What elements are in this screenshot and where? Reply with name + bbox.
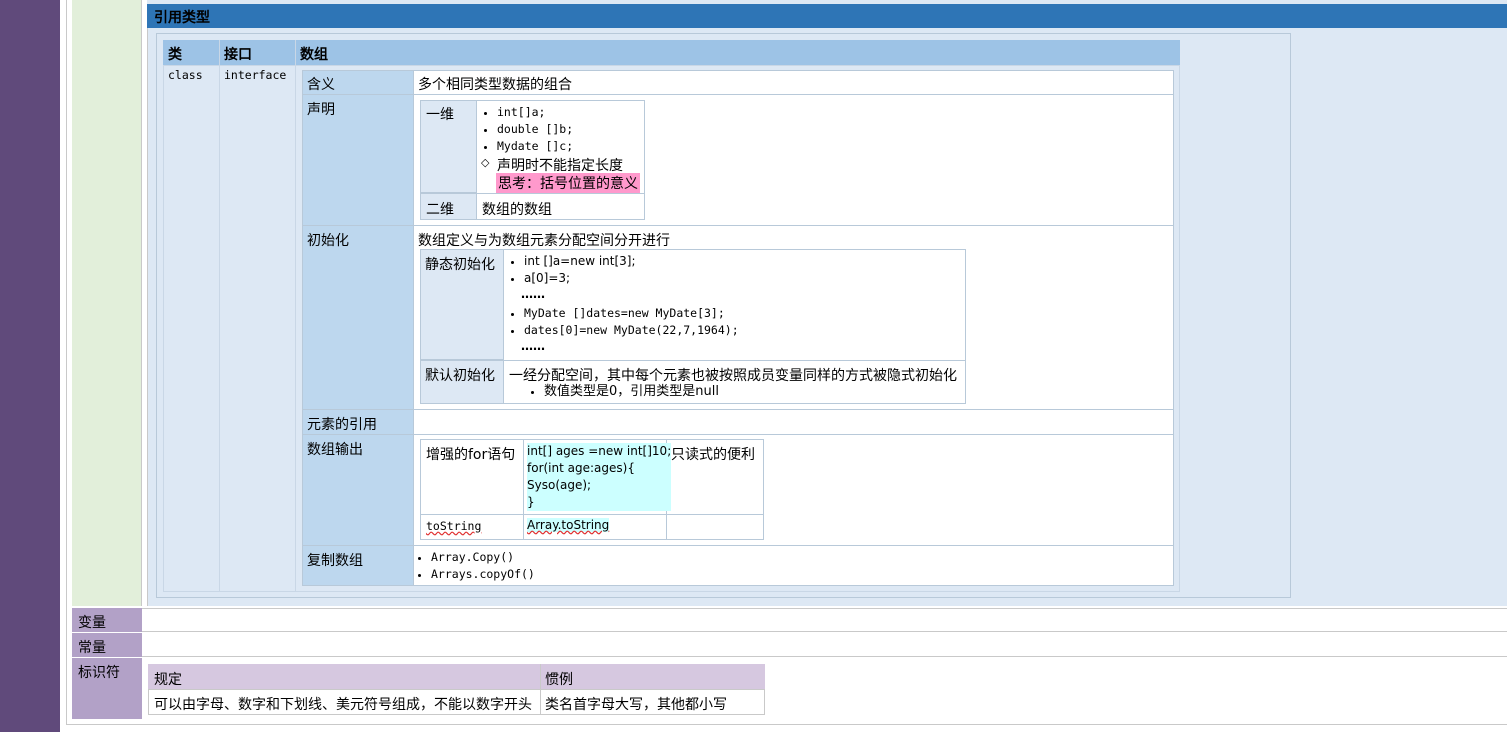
init-desc: 数组定义与为数组元素分配空间分开进行 <box>418 233 670 249</box>
one-dim-code-item: double []b; <box>497 121 573 138</box>
static-ellipsis-2: …… <box>521 339 545 353</box>
tostring-label: toString <box>426 519 482 533</box>
row-sep <box>302 94 1174 95</box>
static-init-label: 静态初始化 <box>425 257 495 273</box>
identifier-table-header <box>148 664 765 689</box>
rule-header: 规定 <box>154 672 182 688</box>
header-array: 数组 <box>300 47 328 63</box>
col-divider-2 <box>295 40 296 592</box>
code-line: } <box>527 495 535 509</box>
code-line: Syso(age); <box>527 478 592 492</box>
default-init-bullet: 数值类型是0，引用类型是null <box>528 383 719 400</box>
declaration-note: 声明时不能指定长度 <box>497 158 623 174</box>
interface-value: interface <box>224 68 287 82</box>
variable-value-cell <box>142 608 1507 632</box>
copy-item: Arrays.copyOf() <box>431 566 535 583</box>
one-dim-code-item: int[]a; <box>497 104 573 121</box>
static-code-list-1: int []a=new int[3]; a[0]=3; <box>508 253 636 287</box>
header-interface: 接口 <box>224 47 252 63</box>
row-sep <box>302 434 1174 435</box>
default-init-bullet-item: 数值类型是0，引用类型是null <box>544 383 719 400</box>
one-dim-code-item: Mydate []c; <box>497 138 573 155</box>
copy-label: 复制数组 <box>307 553 363 569</box>
array-label-column <box>302 70 414 586</box>
row-sep <box>302 545 1174 546</box>
static-code-item: a[0]=3; <box>524 270 636 287</box>
rule-value: 可以由字母、数字和下划线、美元符号组成，不能以数字开头 <box>154 697 532 713</box>
two-dim-label: 二维 <box>426 202 454 218</box>
enhanced-for-code: int[] ages =new int[]10; for(int age:age… <box>527 443 672 511</box>
enhanced-for-note: 只读式的便利 <box>671 447 755 463</box>
output-label: 数组输出 <box>307 442 363 458</box>
col-divider-1 <box>219 40 220 592</box>
constant-value-cell <box>142 633 1507 657</box>
meaning-value: 多个相同类型数据的组合 <box>418 77 572 93</box>
tostring-value: Array.toString <box>527 518 610 532</box>
static-code-item: int []a=new int[3]; <box>524 253 636 270</box>
row-sep <box>302 409 1174 410</box>
one-dim-label: 一维 <box>426 107 454 123</box>
convention-value: 类名首字母大写，其他都小写 <box>545 697 727 713</box>
section-title: 引用类型 <box>154 10 210 26</box>
constant-label: 常量 <box>78 640 106 656</box>
header-class: 类 <box>168 47 182 63</box>
code-line: int[] ages =new int[]10; <box>527 444 672 458</box>
diamond-bullet-icon: ◇ <box>481 156 490 169</box>
convention-header: 惯例 <box>545 672 573 688</box>
copy-list: Array.Copy() Arrays.copyOf() <box>417 549 535 583</box>
static-ellipsis-1: …… <box>521 287 545 301</box>
declaration-label: 声明 <box>307 102 335 118</box>
output-row-sep <box>420 514 764 515</box>
meaning-label: 含义 <box>307 77 335 93</box>
static-code-item: dates[0]=new MyDate(22,7,1964); <box>524 322 739 339</box>
enhanced-for-label: 增强的for语句 <box>426 447 516 463</box>
declaration-row-sep <box>420 193 645 194</box>
static-code-item: MyDate []dates=new MyDate[3]; <box>524 305 739 322</box>
output-col-sep <box>523 439 524 540</box>
default-init-desc: 一经分配空间，其中每个元素也被按照成员变量同样的方式被隐式初始化 <box>509 368 957 384</box>
class-value: class <box>168 68 203 82</box>
two-dim-value: 数组的数组 <box>482 202 552 218</box>
one-dim-code-list: int[]a; double []b; Mydate []c; <box>481 104 573 155</box>
think-highlight: 思考：括号位置的意义 <box>496 173 640 193</box>
variable-label: 变量 <box>78 615 106 631</box>
default-init-label: 默认初始化 <box>425 368 495 384</box>
identifier-label: 标识符 <box>78 665 120 681</box>
init-row-sep <box>420 360 966 361</box>
static-code-list-2: MyDate []dates=new MyDate[3]; dates[0]=n… <box>508 305 739 339</box>
copy-item: Array.Copy() <box>431 549 535 566</box>
identifier-row-sep <box>148 689 765 690</box>
element-ref-label: 元素的引用 <box>307 417 377 433</box>
row-sep <box>302 225 1174 226</box>
section-header <box>147 4 1507 28</box>
code-line: for(int age:ages){ <box>527 461 635 475</box>
green-column <box>72 0 142 606</box>
init-label: 初始化 <box>307 233 349 249</box>
left-sidebar-bar <box>0 0 60 732</box>
